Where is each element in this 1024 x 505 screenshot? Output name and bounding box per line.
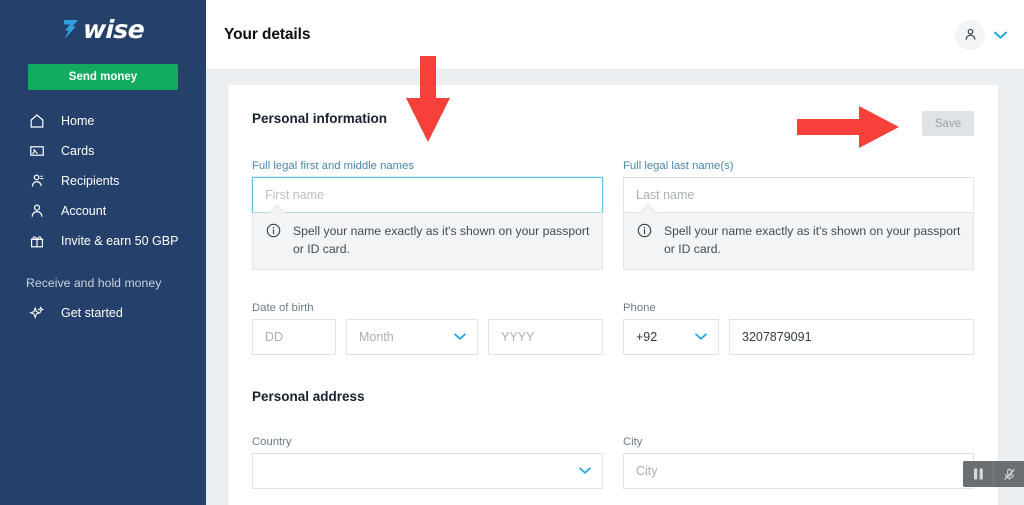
page-body: Personal information Save Full legal fir… — [206, 70, 1024, 505]
wise-logo[interactable]: wise — [0, 0, 206, 58]
send-money-button[interactable]: Send money — [28, 64, 178, 90]
phone-number-input[interactable] — [729, 319, 974, 356]
personal-information-card: Personal information Save Full legal fir… — [228, 85, 998, 505]
sidebar-item-label: Cards — [61, 144, 95, 158]
sidebar-item-account[interactable]: Account — [0, 196, 206, 226]
dob-month-value[interactable]: Month — [346, 319, 478, 356]
recipients-icon — [28, 173, 45, 190]
last-name-hint-text: Spell your name exactly as it's shown on… — [664, 224, 961, 256]
last-name-group: Full legal last name(s) Last name Spell … — [623, 160, 974, 271]
sidebar-nav: Home Cards Recipients Account Invite & e… — [0, 106, 206, 328]
last-name-label: Full legal last name(s) — [623, 160, 734, 172]
section-title-personal-information: Personal information — [252, 111, 388, 126]
sidebar-item-cards[interactable]: Cards — [0, 136, 206, 166]
dob-year-input[interactable] — [488, 319, 603, 356]
date-of-birth-label: Date of birth — [252, 302, 314, 315]
topbar-account-menu[interactable] — [955, 19, 1008, 50]
save-button[interactable]: Save — [922, 111, 974, 136]
phone-group: Phone +92 — [623, 302, 974, 356]
sidebar-item-label: Get started — [61, 306, 123, 320]
wise-wordmark: wise — [82, 14, 145, 44]
pause-icon[interactable] — [963, 461, 993, 487]
gift-icon — [28, 233, 45, 250]
wise-flag-icon — [62, 19, 81, 40]
first-name-input[interactable] — [252, 177, 603, 213]
card-icon — [28, 143, 45, 160]
phone-country-code-value[interactable]: +92 — [623, 319, 719, 356]
date-of-birth-group: Date of birth Month — [252, 302, 603, 356]
info-icon — [637, 223, 652, 244]
sparkle-icon — [28, 305, 45, 322]
person-icon — [28, 203, 45, 220]
section-title-personal-address: Personal address — [252, 389, 365, 405]
country-label: Country — [252, 436, 292, 449]
avatar[interactable] — [955, 19, 985, 50]
sidebar-item-label: Recipients — [61, 174, 120, 188]
page-title: Your details — [224, 25, 311, 43]
dob-phone-row: Date of birth Month — [252, 302, 974, 356]
mic-muted-icon[interactable] — [994, 461, 1024, 487]
dob-month-select[interactable]: Month — [346, 319, 478, 356]
sidebar-item-invite-earn[interactable]: Invite & earn 50 GBP — [0, 226, 206, 256]
last-name-hint: Spell your name exactly as it's shown on… — [623, 213, 974, 271]
sidebar-item-recipients[interactable]: Recipients — [0, 166, 206, 196]
sidebar-item-get-started[interactable]: Get started — [0, 298, 206, 328]
sidebar-section-label: Receive and hold money — [26, 276, 162, 290]
first-name-label: Full legal first and middle names — [252, 160, 414, 172]
sidebar: wise Send money Home Cards Recipients Ac… — [0, 0, 206, 505]
country-group: Country — [252, 436, 603, 490]
personal-information-form: Full legal first and middle names First … — [228, 160, 998, 490]
sidebar-item-label: Invite & earn 50 GBP — [61, 234, 179, 248]
city-group: City — [623, 436, 974, 490]
first-name-group: Full legal first and middle names First … — [252, 160, 603, 271]
city-label: City — [623, 436, 643, 449]
country-select[interactable] — [252, 453, 603, 490]
first-name-hint-text: Spell your name exactly as it's shown on… — [293, 224, 590, 256]
phone-label: Phone — [623, 302, 656, 315]
chevron-down-icon[interactable] — [993, 30, 1008, 40]
address-row: Country City — [252, 436, 974, 490]
country-value[interactable] — [252, 453, 603, 490]
card-header: Personal information Save — [228, 85, 998, 136]
info-icon — [266, 223, 281, 244]
sidebar-item-home[interactable]: Home — [0, 106, 206, 136]
names-row: Full legal first and middle names First … — [252, 160, 974, 271]
app-root: wise Send money Home Cards Recipients Ac… — [0, 0, 1024, 505]
sidebar-item-label: Account — [61, 204, 107, 218]
topbar: Your details — [206, 0, 1024, 70]
first-name-hint: Spell your name exactly as it's shown on… — [252, 213, 603, 271]
main-area: Your details Personal information Save F… — [206, 0, 1024, 505]
recorder-controls[interactable] — [963, 461, 1024, 487]
home-icon — [28, 113, 45, 130]
city-input[interactable] — [623, 453, 974, 490]
last-name-input[interactable] — [623, 177, 974, 213]
dob-day-input[interactable] — [252, 319, 336, 356]
phone-country-code-select[interactable]: +92 — [623, 319, 719, 356]
sidebar-item-label: Home — [61, 114, 95, 128]
